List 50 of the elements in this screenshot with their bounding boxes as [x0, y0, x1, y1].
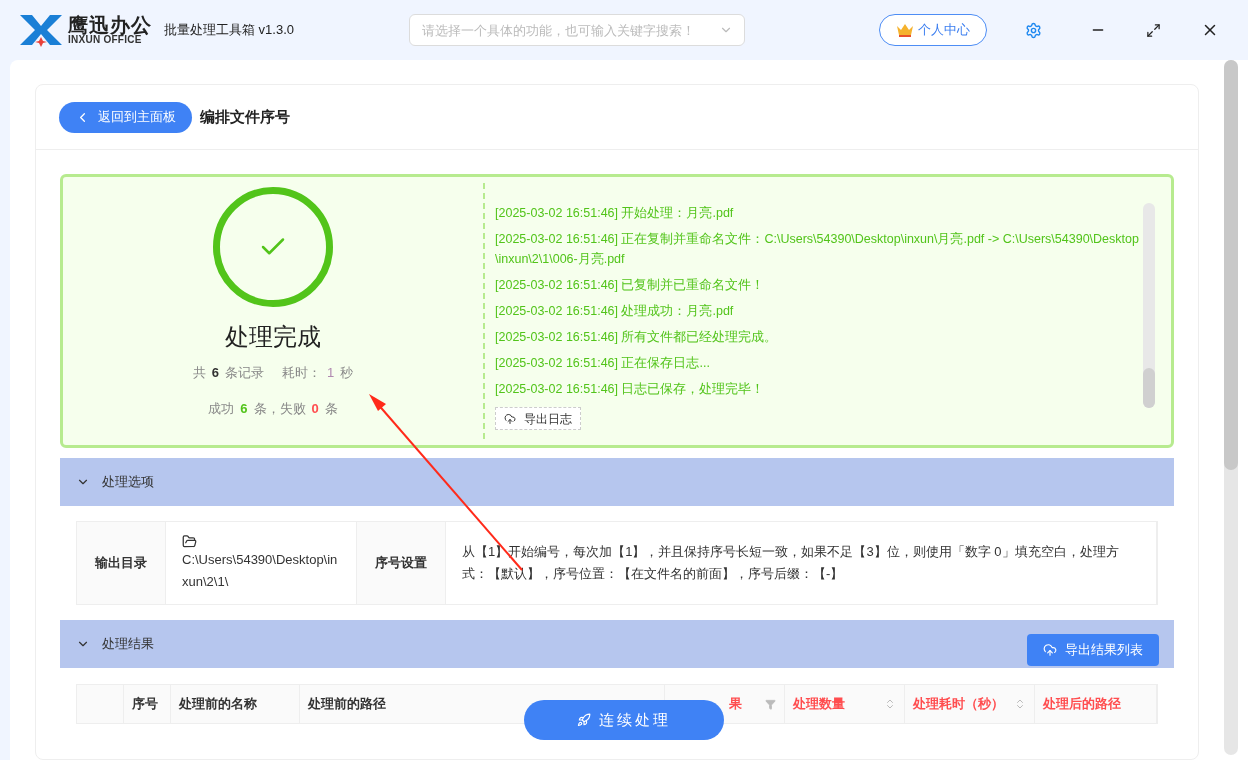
option-label: 输出目录	[77, 522, 166, 604]
stat-text: 0	[311, 399, 319, 418]
continue-button[interactable]: 连续处理	[524, 700, 724, 740]
success-icon	[213, 187, 333, 307]
stat-text: 1	[327, 364, 335, 382]
log-line: [2025-03-02 16:51:46] 处理成功：月亮.pdf	[495, 303, 735, 320]
log-line: [2025-03-02 16:51:46] 所有文件都已经处理完成。	[495, 329, 779, 346]
log-line: [2025-03-02 16:51:46] 已复制并已重命名文件！	[495, 277, 766, 294]
section-title: 处理结果	[102, 635, 154, 654]
app-title: 批量处理工具箱 v1.3.0	[164, 21, 295, 40]
cloud-upload-icon	[504, 412, 516, 425]
log-line: [2025-03-02 16:51:46] 正在复制并重命名文件：C:\Users\54390\Desktop\inxun\月亮.pdf -> C:\Users\54390\Desktop\inxun\2\1\006-月亮.pdf	[495, 231, 1140, 268]
stat-text: 成功	[208, 399, 235, 418]
column-header[interactable]: 处理耗时（秒）	[913, 694, 1004, 714]
log-line: [2025-03-02 16:51:46] 开始处理：月亮.pdf	[495, 205, 735, 222]
brand-subtitle: INXUN OFFICE	[68, 35, 142, 45]
stat-text: 6	[211, 364, 219, 382]
back-button[interactable]: 返回到主面板	[59, 101, 192, 133]
stat-text: 6	[240, 399, 248, 418]
option-text: 从【1】开始编号，每次加【1】，并且保持序号长短一致，如果不足【3】位，则使用「数字 0」填充空白，处理方式：【默认】，序号位置：【在文件名的前面】，序号后缀：【-】	[462, 543, 1120, 583]
export-log-button[interactable]: 导出日志	[495, 407, 581, 430]
column-header[interactable]: 处理前的名称	[179, 694, 257, 714]
stat-text: 条	[324, 399, 338, 418]
stat-text: 条记录	[225, 364, 264, 382]
cloud-upload-icon	[1043, 643, 1057, 657]
rocket-icon	[577, 713, 591, 727]
log-line: [2025-03-02 16:51:46] 日志已保存，处理完毕！	[495, 381, 766, 398]
column-header[interactable]: 果	[729, 694, 742, 714]
page-title: 编排文件序号	[200, 106, 290, 127]
column-header[interactable]: 处理后的路径	[1043, 694, 1121, 714]
option-text: C:\Users\54390\Desktop\inxun\2\1\	[182, 550, 339, 591]
result-heading: 处理完成	[225, 322, 321, 352]
stat-text: 耗时：	[282, 364, 321, 382]
settings-icon[interactable]	[1025, 21, 1043, 39]
section-title: 处理选项	[102, 473, 154, 492]
column-header[interactable]: 序号	[132, 694, 158, 714]
column-header[interactable]: 处理前的路径	[308, 694, 386, 714]
stat-text: 共	[192, 364, 206, 382]
crown-icon	[896, 22, 915, 38]
account-button[interactable]: 个人中心	[879, 14, 988, 46]
logo-icon	[18, 13, 64, 47]
column-header[interactable]: 处理数量	[793, 694, 845, 714]
folder-icon	[182, 533, 197, 549]
option-label: 序号设置	[357, 522, 446, 604]
stat-text: 秒	[340, 364, 354, 382]
stat-text: 条，失败	[253, 399, 306, 418]
maximize-icon[interactable]	[1146, 22, 1162, 38]
brand-name: 鹰迅办公	[68, 15, 152, 35]
log-line: [2025-03-02 16:51:46] 正在保存日志...	[495, 355, 711, 372]
export-results-button[interactable]: 导出结果列表	[1027, 634, 1159, 666]
